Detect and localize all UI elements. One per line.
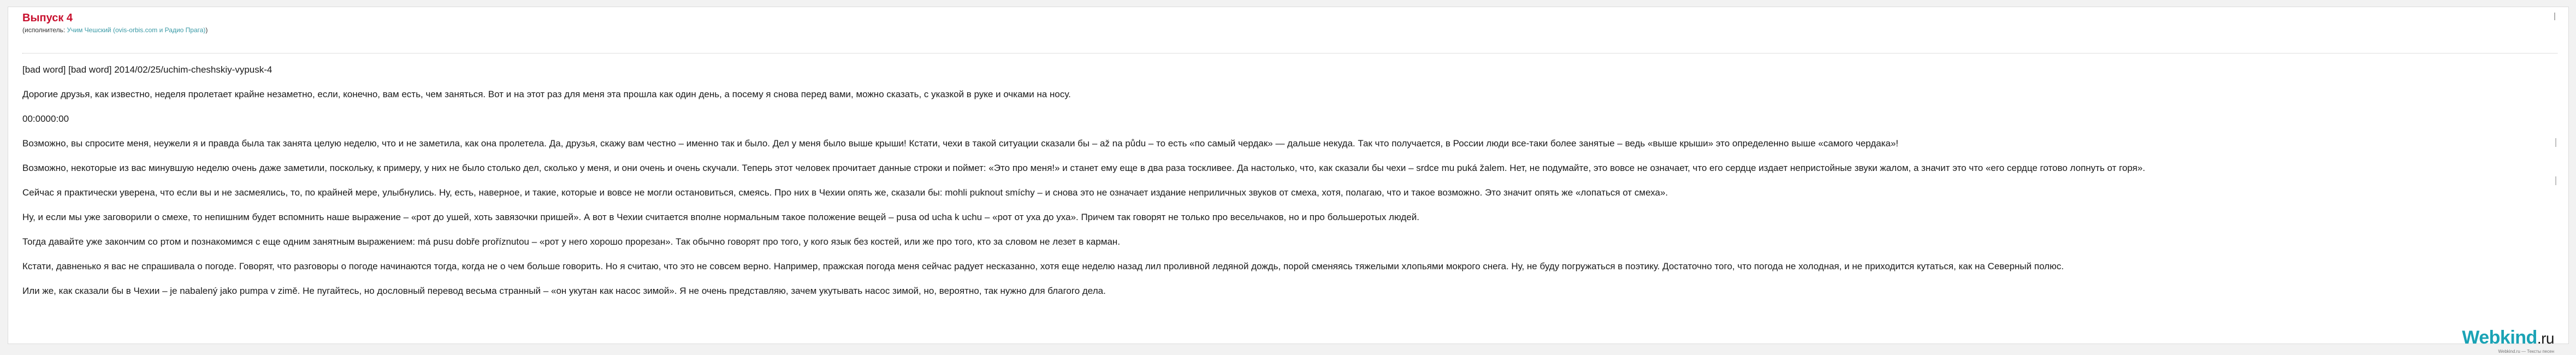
lyrics-card: Выпуск 4 (исполнитель: Учим Чешский (ovi… xyxy=(8,7,2569,354)
edge-marker xyxy=(2555,176,2556,185)
paragraph: Кстати, давненько я вас не спрашивала о … xyxy=(22,261,2064,271)
performer-link[interactable]: Учим Чешский (ovis-orbis.com и Радио Пра… xyxy=(67,26,206,34)
logo-wordmark: Webkind.ru xyxy=(2462,328,2554,348)
performer-suffix: ) xyxy=(205,26,208,34)
edge-marker xyxy=(2555,138,2556,147)
logo-tagline: Webkind.ru — Тексты песен xyxy=(2498,349,2554,354)
scroll-marker xyxy=(2554,13,2555,20)
lyrics-source-line: [bad word] [bad word] 2014/02/25/uchim-c… xyxy=(22,64,273,75)
page: Выпуск 4 (исполнитель: Учим Чешский (ovi… xyxy=(0,0,2576,355)
timecode: 00:0000:00 xyxy=(22,114,69,124)
page-title: Выпуск 4 xyxy=(22,12,73,24)
header-divider xyxy=(22,53,2557,54)
song-header: Выпуск 4 (исполнитель: Учим Чешский (ovi… xyxy=(22,11,2557,34)
logo-part-2: .ru xyxy=(2537,330,2555,347)
lyrics-body: [bad word] [bad word] 2014/02/25/uchim-c… xyxy=(22,64,2547,310)
paragraph: Ну, и если мы уже заговорили о смехе, то… xyxy=(22,212,1419,222)
paragraph: Дорогие друзья, как известно, неделя про… xyxy=(22,89,1071,99)
performer-line: (исполнитель: Учим Чешский (ovis-orbis.c… xyxy=(22,26,2557,34)
paragraph: Или же, как сказали бы в Чехии – je naba… xyxy=(22,286,1106,296)
performer-prefix: (исполнитель: xyxy=(22,26,67,34)
logo-part-1: Webkind xyxy=(2462,327,2537,348)
paragraph: Сейчас я практически уверена, что если в… xyxy=(22,187,1668,198)
paragraph: Возможно, некоторые из вас минувшую неде… xyxy=(22,163,2146,173)
paragraph: Возможно, вы спросите меня, неужели я и … xyxy=(22,138,1899,149)
paragraph: Тогда давайте уже закончим со ртом и поз… xyxy=(22,236,1121,247)
site-logo[interactable]: Webkind.ru Webkind.ru — Тексты песен xyxy=(2462,328,2554,354)
